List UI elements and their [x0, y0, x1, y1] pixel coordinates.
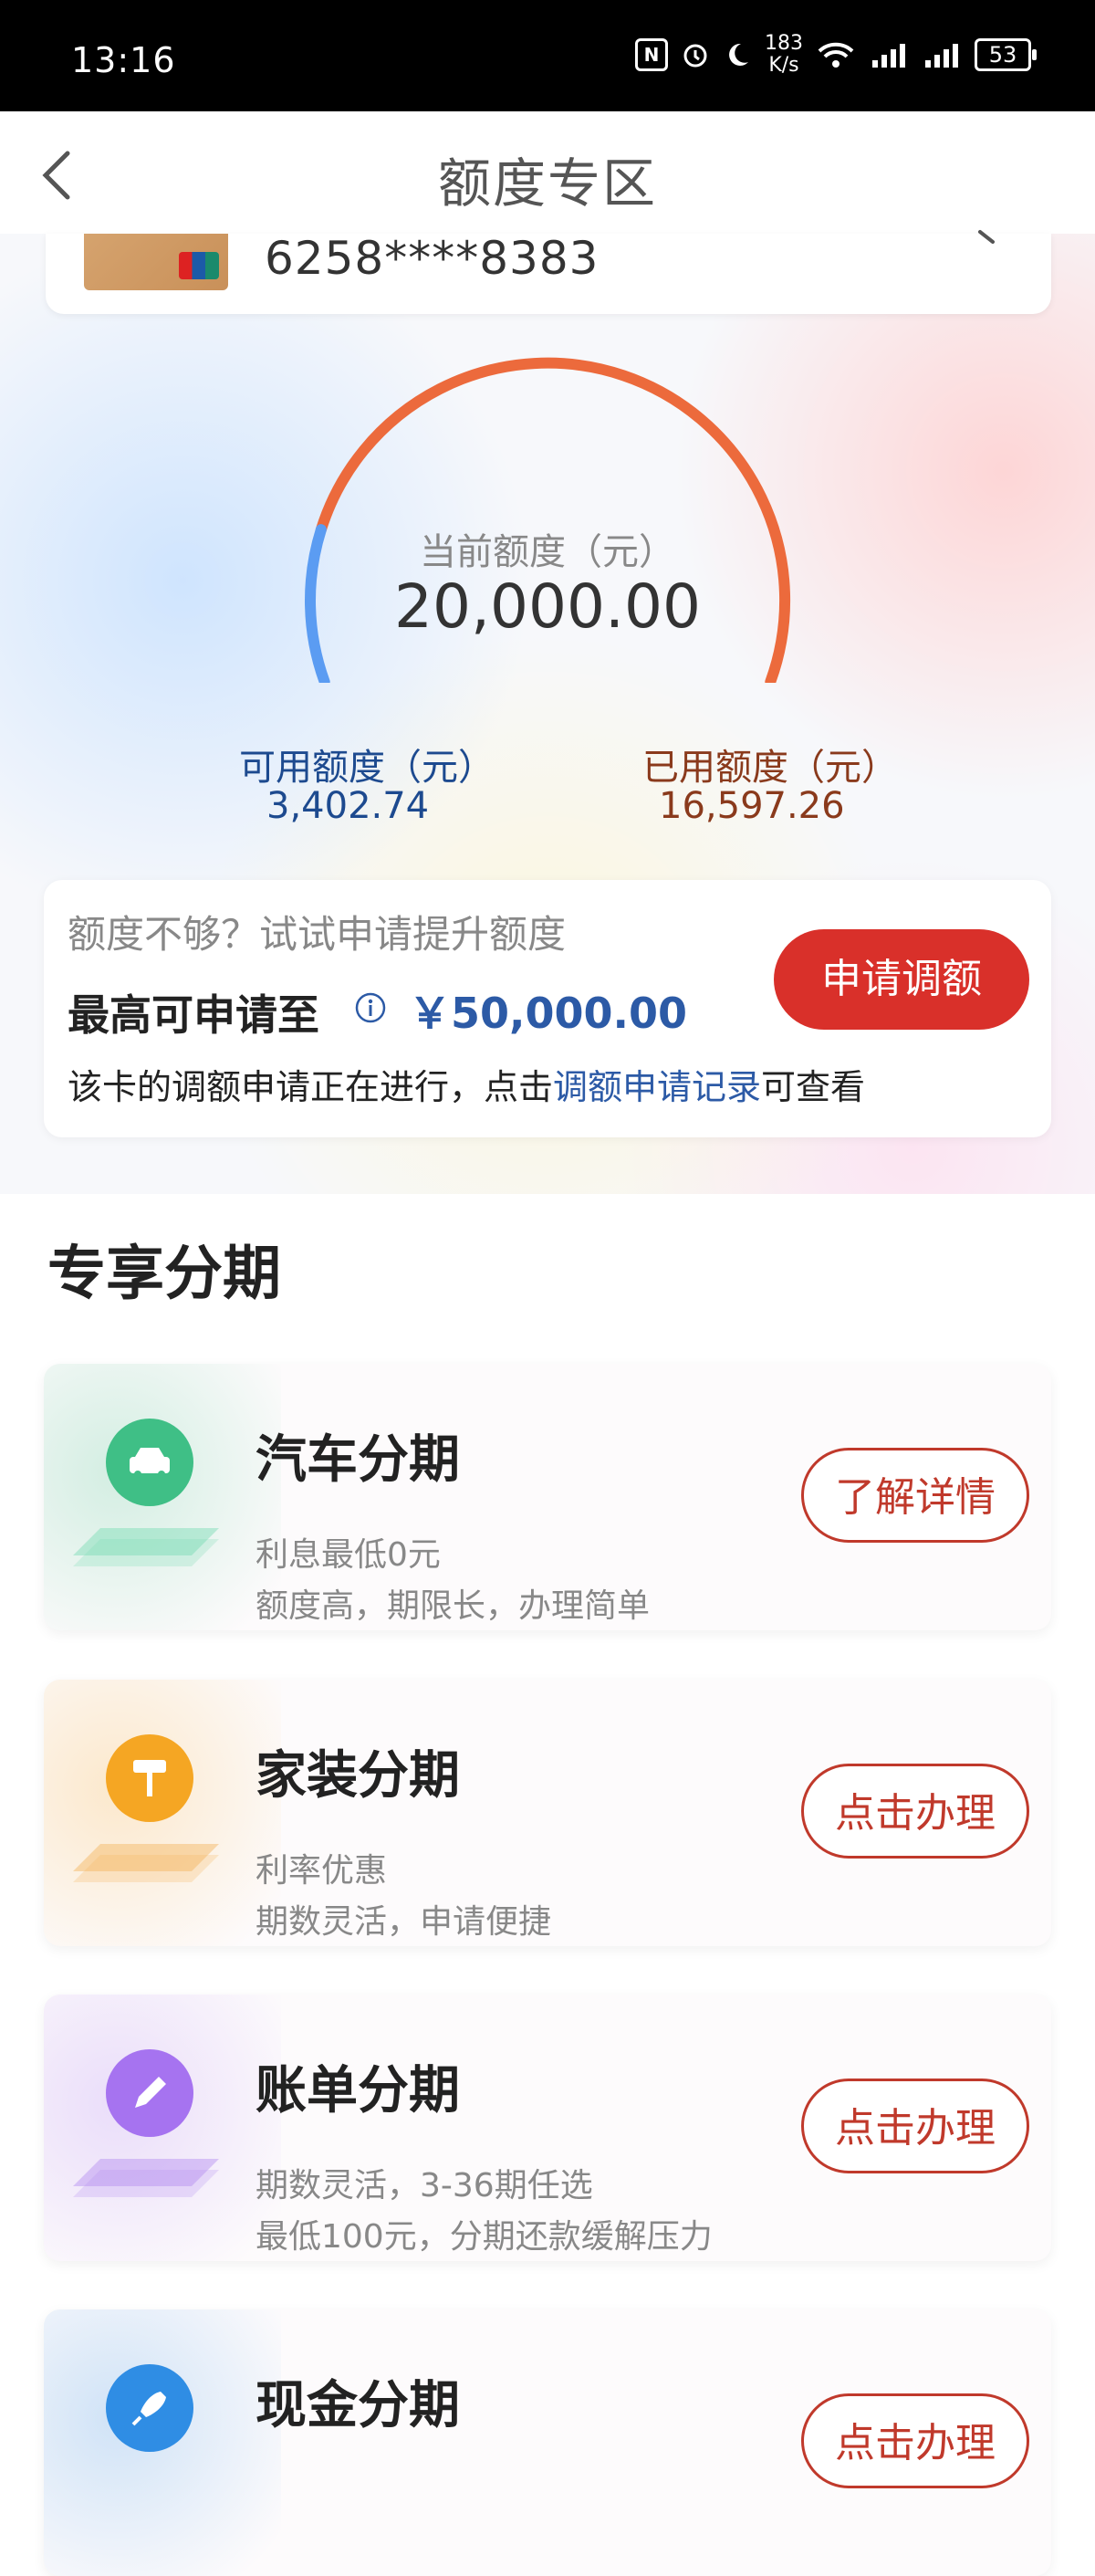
info-icon[interactable] — [354, 991, 387, 1024]
moon-icon — [729, 43, 748, 66]
installment-card-cash[interactable]: 现金分期 点击办理 — [44, 2309, 1051, 2576]
installment-desc-1: 期数灵活，3-36期任选 — [256, 2167, 593, 2204]
installment-title: 账单分期 — [256, 2061, 460, 2120]
apply-button[interactable]: 点击办理 — [801, 1764, 1029, 1859]
apply-raise-button[interactable]: 申请调额 — [774, 929, 1029, 1030]
installment-title: 现金分期 — [256, 2376, 460, 2435]
chevron-right-icon[interactable] — [973, 228, 1000, 256]
unionpay-logo — [179, 252, 219, 279]
platform-decoration — [73, 2159, 219, 2197]
status-time: 13:16 — [71, 40, 176, 80]
installment-desc-1: 利息最低0元 — [256, 1536, 441, 1574]
paint-roller-icon — [106, 1734, 193, 1822]
page-title: 额度专区 — [437, 152, 657, 215]
installment-title: 家装分期 — [256, 1746, 460, 1806]
current-quota-label: 当前额度（元） — [420, 531, 675, 573]
card-thumbnail — [84, 234, 228, 290]
installment-card-home[interactable]: 家装分期 利率优惠 期数灵活，申请便捷 点击办理 — [44, 1680, 1051, 1946]
car-icon — [106, 1419, 193, 1506]
current-quota-value: 20,000.00 — [394, 571, 701, 642]
learn-more-button[interactable]: 了解详情 — [801, 1448, 1029, 1543]
card-number: 6258****8383 — [265, 232, 600, 285]
available-quota-label: 可用额度（元） — [239, 747, 495, 789]
platform-decoration — [73, 1844, 219, 1882]
network-speed-value: 183 — [765, 32, 803, 55]
status-bar: 13:16 N 183 K/s 53 — [0, 0, 1095, 111]
rocket-icon — [106, 2364, 193, 2452]
network-speed: 183 K/s — [765, 33, 803, 77]
raise-note-prefix: 该卡的调额申请正在进行，点击 — [68, 1067, 554, 1107]
card-selector[interactable]: 6258****8383 — [46, 230, 1051, 314]
raise-max-label: 最高可申请至 — [68, 990, 319, 1040]
apply-button[interactable]: 点击办理 — [801, 2393, 1029, 2488]
status-icons: N 183 K/s 53 — [635, 33, 1037, 77]
platform-decoration — [73, 1528, 219, 1566]
raise-max-amount: ￥50,000.00 — [409, 989, 687, 1038]
network-speed-unit: K/s — [768, 54, 799, 77]
wifi-icon — [818, 42, 854, 68]
quota-area: 6258****8383 当前额度（元） 20,000.00 可用额度（元） 3… — [0, 230, 1095, 1194]
nfc-icon: N — [635, 38, 668, 71]
app-header: 额度专区 — [0, 111, 1095, 235]
installment-desc-1: 利率优惠 — [256, 1852, 388, 1890]
used-quota-value: 16,597.26 — [659, 785, 845, 827]
raise-note-suffix: 可查看 — [761, 1067, 866, 1107]
apply-button[interactable]: 点击办理 — [801, 2079, 1029, 2173]
installment-desc-2: 期数灵活，申请便捷 — [256, 1903, 552, 1941]
used-quota-label: 已用额度（元） — [642, 747, 898, 789]
raise-record-link[interactable]: 调额申请记录 — [553, 1067, 761, 1107]
installment-card-bill[interactable]: 账单分期 期数灵活，3-36期任选 最低100元，分期还款缓解压力 点击办理 — [44, 1995, 1051, 2261]
installment-desc-2: 额度高，期限长，办理简单 — [256, 1587, 651, 1625]
pen-icon — [106, 2049, 193, 2137]
signal-icon — [872, 44, 905, 68]
section-title: 专享分期 — [47, 1241, 281, 1308]
installment-title: 汽车分期 — [256, 1430, 460, 1490]
installment-desc-2: 最低100元，分期还款缓解压力 — [256, 2218, 713, 2256]
available-quota-value: 3,402.74 — [266, 785, 430, 827]
raise-hint: 额度不够？试试申请提升额度 — [68, 912, 567, 957]
alarm-icon — [683, 44, 707, 68]
battery-indicator: 53 — [975, 38, 1037, 71]
installment-card-car[interactable]: 汽车分期 利息最低0元 额度高，期限长，办理简单 了解详情 — [44, 1364, 1051, 1630]
raise-quota-box: 额度不够？试试申请提升额度 最高可申请至 ￥50,000.00 该卡的调额申请正… — [44, 880, 1051, 1137]
signal-icon-2 — [925, 44, 958, 68]
raise-note: 该卡的调额申请正在进行，点击调额申请记录可查看 — [68, 1059, 865, 1109]
